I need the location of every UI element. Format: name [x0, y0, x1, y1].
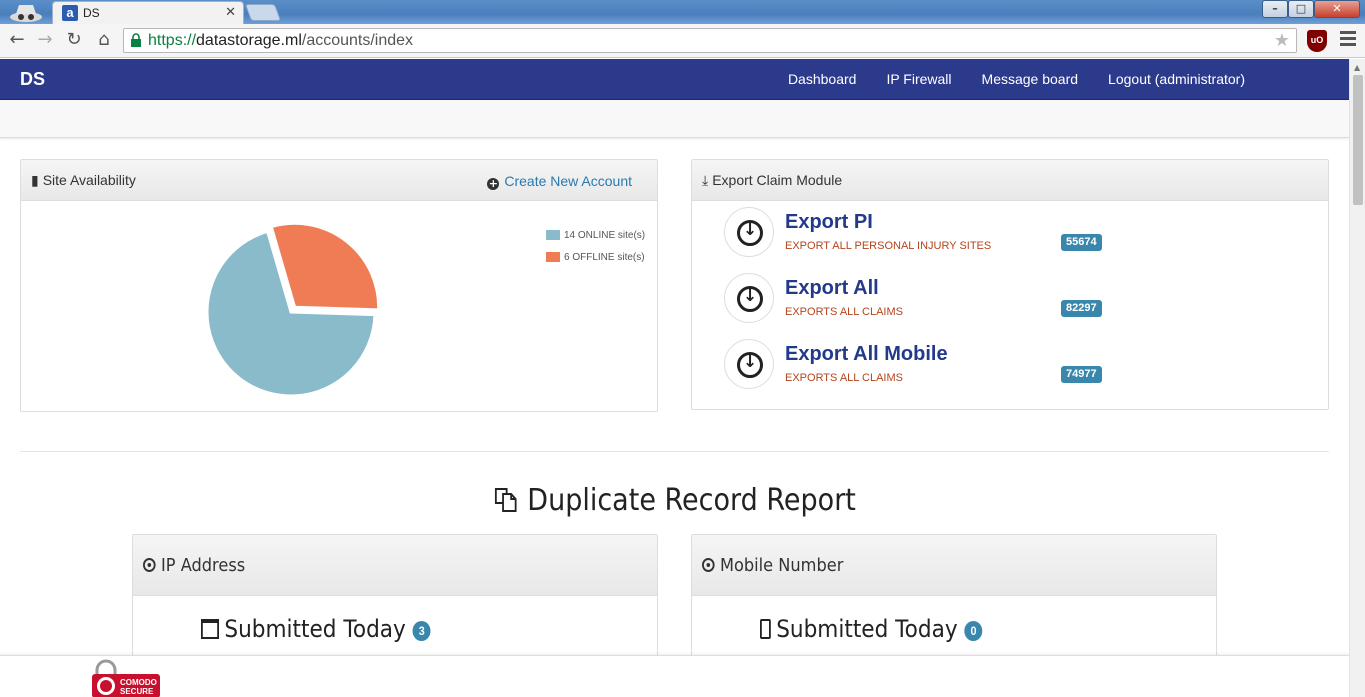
- nav-message-board[interactable]: Message board: [982, 71, 1079, 87]
- export-all-mobile-button[interactable]: [724, 339, 774, 389]
- back-arrow-icon[interactable]: ←: [6, 29, 28, 51]
- seal-text-top: COMODO: [120, 678, 157, 687]
- brand-logo[interactable]: DS: [20, 69, 45, 90]
- target-icon: [143, 558, 156, 572]
- export-item-description: EXPORT ALL PERSONAL INJURY SITES: [785, 240, 992, 252]
- bookmark-icon: ▮: [31, 172, 39, 188]
- panel-heading: IP Address: [133, 535, 657, 596]
- secure-lock-icon: [131, 33, 141, 47]
- tab-title: DS: [83, 6, 100, 20]
- export-item-description: EXPORTS ALL CLAIMS: [785, 306, 903, 318]
- section-divider: [20, 451, 1329, 452]
- scrollbar-thumb[interactable]: [1353, 75, 1363, 205]
- legend-swatch-online: [546, 230, 560, 240]
- submitted-count-badge: 0: [964, 621, 983, 641]
- export-all-item[interactable]: Export All EXPORTS ALL CLAIMS 82297: [724, 273, 1244, 325]
- download-circle-icon: [737, 352, 763, 378]
- nav-logout[interactable]: Logout (administrator): [1108, 71, 1245, 87]
- bookmark-star-icon[interactable]: ★: [1274, 30, 1290, 51]
- seal-text-bottom: SECURE: [120, 687, 154, 696]
- panel-title: Mobile Number: [702, 555, 843, 576]
- download-tray-icon: ⤓: [702, 172, 709, 188]
- address-url: https://datastorage.ml/accounts/index: [148, 32, 414, 49]
- export-item-title[interactable]: Export All Mobile: [785, 343, 948, 366]
- panel-title: ⤓ Export Claim Module: [702, 172, 843, 188]
- nav-ip-firewall[interactable]: IP Firewall: [886, 71, 951, 87]
- chart-legend: 14 ONLINE site(s) 6 OFFLINE site(s): [546, 230, 645, 274]
- target-icon: [702, 558, 715, 572]
- home-icon[interactable]: ⌂: [93, 29, 115, 51]
- forward-arrow-icon[interactable]: →: [34, 29, 56, 51]
- export-count-badge: 74977: [1061, 366, 1102, 383]
- export-count-badge: 55674: [1061, 234, 1102, 251]
- export-all-mobile-item[interactable]: Export All Mobile EXPORTS ALL CLAIMS 749…: [724, 339, 1244, 391]
- window-maximize-button[interactable]: □: [1288, 0, 1314, 18]
- page-scrollbar[interactable]: ▲: [1349, 59, 1365, 697]
- footer-bar: COMODO SECURE: [0, 655, 1349, 697]
- submitted-count-badge: 3: [412, 621, 431, 641]
- browser-tab-strip: a DS ✕ – □ ✕: [0, 0, 1365, 24]
- browser-menu-icon[interactable]: [1340, 31, 1356, 49]
- export-pi-item[interactable]: Export PI EXPORT ALL PERSONAL INJURY SIT…: [724, 207, 1244, 259]
- panel-title: ▮ Site Availability: [31, 172, 136, 188]
- panel-title: IP Address: [143, 555, 245, 576]
- nav-dashboard[interactable]: Dashboard: [788, 71, 857, 87]
- site-favicon-icon: a: [62, 5, 78, 21]
- download-circle-icon: [737, 220, 763, 246]
- ublock-extension-icon[interactable]: uO: [1307, 30, 1327, 52]
- address-bar[interactable]: https://datastorage.ml/accounts/index ★: [123, 28, 1297, 53]
- site-availability-pie-chart: [205, 222, 381, 398]
- window-minimize-button[interactable]: –: [1262, 0, 1288, 18]
- sub-header-bar: [0, 100, 1349, 138]
- nav-links: Dashboard IP Firewall Message board Logo…: [788, 71, 1245, 87]
- comodo-secure-seal-icon[interactable]: COMODO SECURE: [90, 658, 162, 697]
- submitted-today-mobile: Submitted Today 0: [760, 615, 983, 643]
- top-navbar: DS Dashboard IP Firewall Message board L…: [0, 59, 1349, 100]
- copy-files-icon: [494, 488, 517, 512]
- incognito-icon: [10, 5, 42, 22]
- tab-close-icon[interactable]: ✕: [225, 5, 236, 20]
- legend-item-online: 14 ONLINE site(s): [546, 230, 645, 252]
- create-new-account-link[interactable]: + Create New Account: [487, 173, 632, 190]
- export-count-badge: 82297: [1061, 300, 1102, 317]
- scroll-up-arrow-icon[interactable]: ▲: [1354, 63, 1360, 72]
- download-circle-icon: [737, 286, 763, 312]
- panel-heading: ▮ Site Availability + Create New Account: [21, 160, 657, 201]
- calendar-icon: [201, 619, 219, 639]
- export-item-description: EXPORTS ALL CLAIMS: [785, 372, 903, 384]
- browser-toolbar: ← → ↻ ⌂ https://datastorage.ml/accounts/…: [0, 24, 1365, 58]
- legend-swatch-offline: [546, 252, 560, 262]
- legend-item-offline: 6 OFFLINE site(s): [546, 252, 645, 274]
- submitted-today-ip: Submitted Today 3: [201, 615, 431, 643]
- panel-heading: ⤓ Export Claim Module: [692, 160, 1328, 201]
- export-item-title[interactable]: Export All: [785, 277, 879, 300]
- window-close-button[interactable]: ✕: [1314, 0, 1360, 18]
- export-pi-button[interactable]: [724, 207, 774, 257]
- reload-icon[interactable]: ↻: [63, 29, 85, 51]
- plus-circle-icon: +: [487, 177, 500, 190]
- export-item-title[interactable]: Export PI: [785, 211, 873, 234]
- new-tab-button[interactable]: [244, 4, 282, 21]
- panel-heading: Mobile Number: [692, 535, 1216, 596]
- export-claim-panel: ⤓Export Claim Module Export PI EXPORT AL…: [691, 159, 1329, 410]
- site-availability-panel: ▮ Site Availability + Create New Account 1…: [20, 159, 658, 412]
- page-viewport: DS Dashboard IP Firewall Message board L…: [0, 59, 1349, 697]
- browser-tab[interactable]: a DS ✕: [52, 1, 244, 24]
- duplicate-report-heading: Duplicate Record Report: [67, 483, 1281, 518]
- export-all-button[interactable]: [724, 273, 774, 323]
- mobile-phone-icon: [760, 619, 771, 639]
